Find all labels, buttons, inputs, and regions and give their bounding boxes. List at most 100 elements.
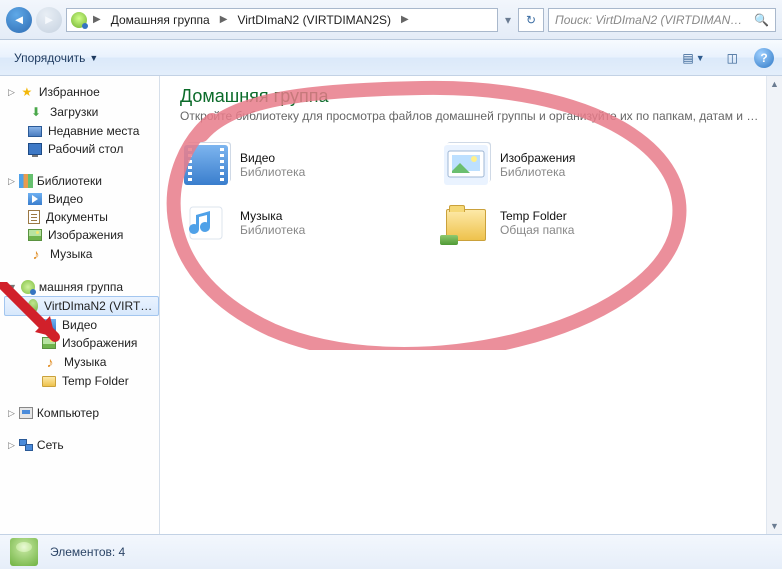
sidebar-item-user-music[interactable]: Музыка (4, 352, 159, 372)
chevron-down-icon: ▼ (696, 53, 705, 63)
chevron-right-icon[interactable]: ▶ (218, 14, 230, 25)
libraries-icon (19, 174, 33, 188)
status-text: Элементов: 4 (50, 545, 125, 559)
chevron-right-icon[interactable]: ▶ (399, 14, 411, 25)
user-avatar-icon (10, 538, 38, 566)
homegroup-header[interactable]: ▼ машняя группа (4, 278, 159, 296)
item-videos[interactable]: Видео Библиотека (180, 141, 430, 189)
favorites-header[interactable]: ▷ Избранное (4, 82, 159, 102)
network-header[interactable]: ▷ Сеть (4, 436, 159, 454)
item-type: Библиотека (240, 165, 305, 179)
computer-icon (19, 407, 33, 419)
navigation-pane: ▷ Избранное Загрузки Недавние места Рабо… (0, 76, 160, 534)
favorites-group: ▷ Избранное Загрузки Недавние места Рабо… (4, 82, 159, 158)
breadcrumb-node[interactable]: VirtDImaN2 (VIRTDIMAN2S) (233, 13, 395, 27)
sidebar-item-desktop[interactable]: Рабочий стол (4, 140, 159, 158)
sidebar-item-recent[interactable]: Недавние места (4, 122, 159, 140)
sidebar-item-documents[interactable]: Документы (4, 208, 159, 226)
video-library-icon (184, 145, 228, 185)
breadcrumb-root[interactable]: Домашняя группа (107, 13, 214, 27)
nav-forward-button[interactable]: ► (36, 7, 62, 33)
sidebar-item-user-images[interactable]: Изображения (4, 334, 159, 352)
item-images[interactable]: Изображения Библиотека (440, 141, 690, 189)
nav-back-button[interactable]: ◄ (6, 7, 32, 33)
item-name: Музыка (240, 209, 305, 223)
expand-icon[interactable]: ▼ (8, 282, 17, 292)
downloads-icon (28, 104, 44, 120)
scroll-down-button[interactable]: ▼ (767, 518, 782, 534)
content-pane: Домашняя группа Откройте библиотеку для … (160, 76, 782, 534)
star-icon (19, 84, 35, 100)
computer-header[interactable]: ▷ Компьютер (4, 404, 159, 422)
sidebar-item-videos[interactable]: Видео (4, 190, 159, 208)
main-split: ▷ Избранное Загрузки Недавние места Рабо… (0, 76, 782, 534)
image-library-icon (444, 145, 488, 185)
item-grid: Видео Библиотека Изображения Библиотека (180, 141, 766, 247)
help-button[interactable]: ? (754, 48, 774, 68)
libraries-header[interactable]: ▷ Библиотеки (4, 172, 159, 190)
collapse-icon[interactable]: ▷ (8, 87, 15, 98)
item-tempfolder[interactable]: Temp Folder Общая папка (440, 199, 690, 247)
search-placeholder: Поиск: VirtDImaN2 (VIRTDIMAN2S) (555, 13, 748, 27)
folder-icon (42, 376, 56, 387)
status-bar: Элементов: 4 (0, 534, 782, 569)
vertical-scrollbar[interactable]: ▲ ▼ (766, 76, 782, 534)
homegroup-label: машняя группа (39, 280, 123, 294)
favorites-label: Избранное (39, 85, 100, 99)
libraries-group: ▷ Библиотеки Видео Документы Изображения… (4, 172, 159, 264)
pane-icon: ◫ (727, 51, 738, 65)
item-name: Видео (240, 151, 305, 165)
page-title: Домашняя группа (180, 86, 766, 107)
recent-icon (28, 126, 42, 137)
address-dropdown[interactable]: ▾ (502, 13, 514, 27)
sidebar-item-user-tempfolder[interactable]: Temp Folder (4, 372, 159, 390)
music-icon (28, 246, 44, 262)
user-icon (28, 299, 38, 313)
scroll-up-button[interactable]: ▲ (767, 76, 782, 92)
preview-pane-button[interactable]: ◫ (721, 49, 744, 67)
network-label: Сеть (37, 438, 64, 452)
search-icon[interactable]: 🔍 (754, 13, 769, 27)
item-type: Библиотека (240, 223, 305, 237)
desktop-icon (28, 143, 42, 155)
music-library-icon (184, 203, 228, 243)
expand-icon[interactable]: ▷ (8, 440, 15, 451)
video-icon (28, 193, 42, 205)
sidebar-item-images[interactable]: Изображения (4, 226, 159, 244)
sidebar-item-user-videos[interactable]: Видео (4, 316, 159, 334)
search-input[interactable]: Поиск: VirtDImaN2 (VIRTDIMAN2S) 🔍 (548, 8, 776, 32)
item-type: Библиотека (500, 165, 575, 179)
command-bar: Упорядочить ▼ ▤ ▼ ◫ ? (0, 40, 782, 76)
item-music[interactable]: Музыка Библиотека (180, 199, 430, 247)
address-bar[interactable]: ▶ Домашняя группа ▶ VirtDImaN2 (VIRTDIMA… (66, 8, 498, 32)
music-icon (42, 354, 58, 370)
sidebar-item-music[interactable]: Музыка (4, 244, 159, 264)
sidebar-item-downloads[interactable]: Загрузки (4, 102, 159, 122)
titlebar: ◄ ► ▶ Домашняя группа ▶ VirtDImaN2 (VIRT… (0, 0, 782, 40)
homegroup-group: ▼ машняя группа VirtDImaN2 (VIRTDIMAN2S)… (4, 278, 159, 390)
item-name: Temp Folder (500, 209, 574, 223)
image-icon (42, 337, 56, 349)
shared-folder-icon (444, 203, 488, 243)
chevron-right-icon[interactable]: ▶ (91, 14, 103, 25)
item-name: Изображения (500, 151, 575, 165)
computer-label: Компьютер (37, 406, 99, 420)
sidebar-item-user[interactable]: VirtDImaN2 (VIRTDIMAN2S) (4, 296, 159, 316)
libraries-label: Библиотеки (37, 174, 102, 188)
expand-icon[interactable]: ▷ (8, 408, 15, 419)
organize-label: Упорядочить (14, 51, 85, 65)
organize-menu[interactable]: Упорядочить ▼ (8, 47, 104, 69)
view-options-button[interactable]: ▤ ▼ (676, 49, 710, 67)
refresh-button[interactable]: ↻ (518, 8, 544, 32)
chevron-down-icon: ▼ (89, 53, 98, 63)
homegroup-icon (71, 12, 87, 28)
document-icon (28, 210, 40, 224)
page-subtitle: Откройте библиотеку для просмотра файлов… (180, 109, 766, 123)
image-icon (28, 229, 42, 241)
collapse-icon[interactable]: ▷ (8, 176, 15, 187)
homegroup-icon (21, 280, 35, 294)
network-group: ▷ Сеть (4, 436, 159, 454)
view-icon: ▤ (682, 51, 693, 65)
item-type: Общая папка (500, 223, 574, 237)
computer-group: ▷ Компьютер (4, 404, 159, 422)
